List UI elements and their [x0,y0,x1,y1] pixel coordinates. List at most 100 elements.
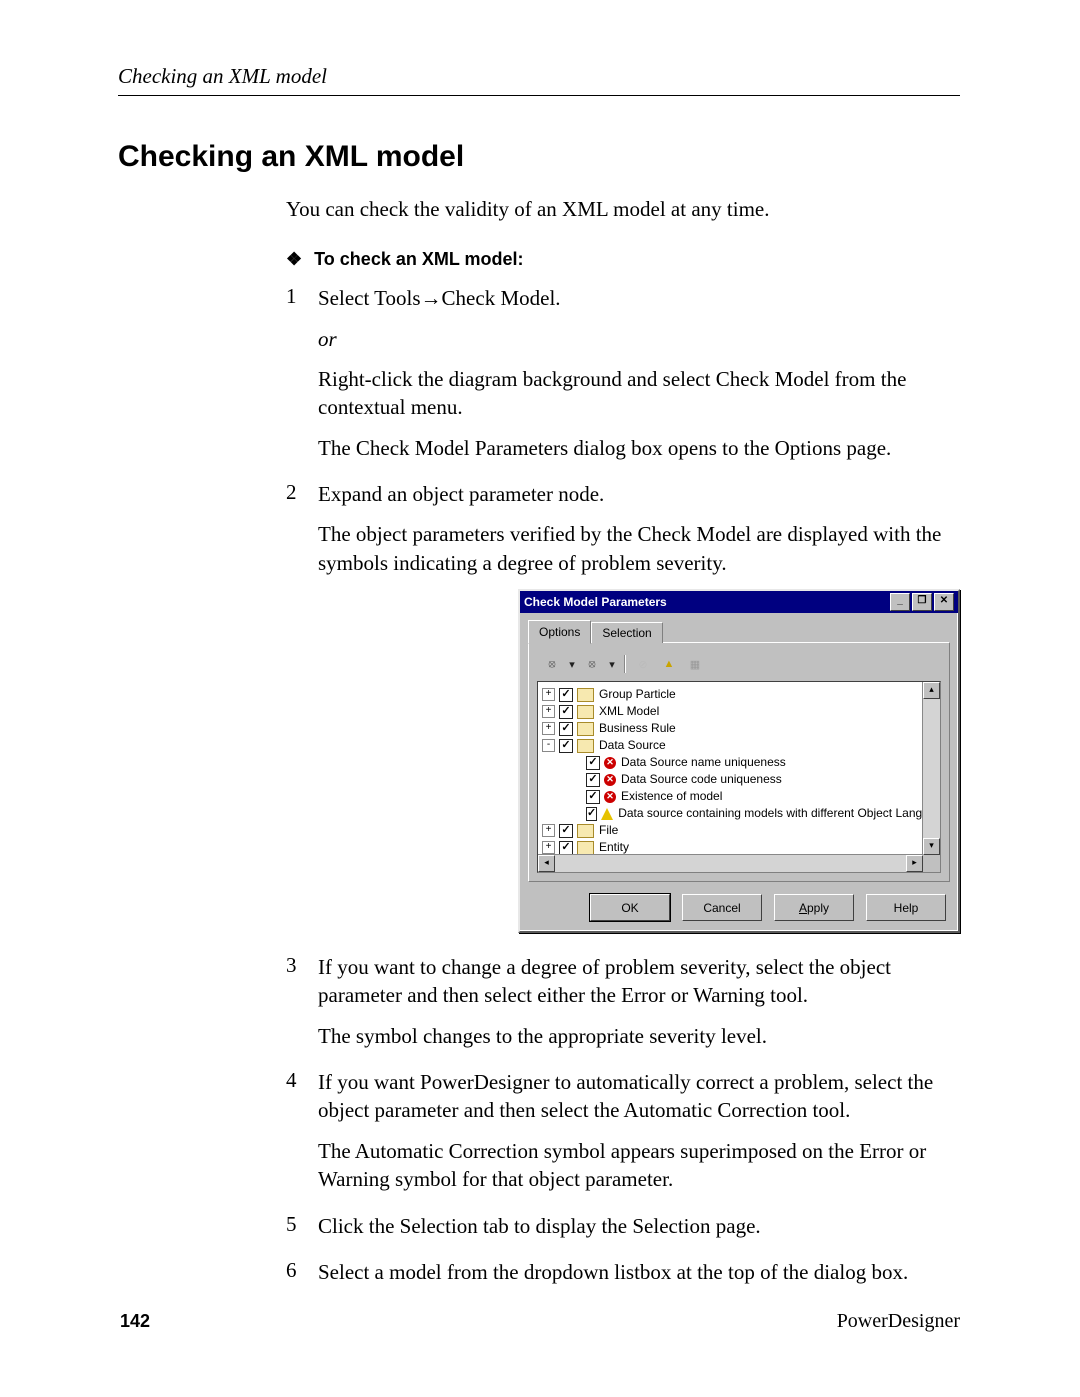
running-head: Checking an XML model [118,64,960,96]
tree-label: Existence of model [621,788,722,805]
tree-label: Data Source [599,737,666,754]
tree-node[interactable]: - Data Source [542,737,938,754]
scroll-left-icon[interactable]: ◂ [538,855,555,872]
dialog-title: Check Model Parameters [524,595,888,609]
auto-correct-tool[interactable]: ▲ [658,653,680,675]
check-model-dialog: Check Model Parameters _ ❐ ✕ Options Sel… [518,589,960,933]
task-heading-text: To check an XML model: [314,249,523,269]
severity-dropdown-icon[interactable]: ▾ [607,654,617,674]
step-text: Click the Selection tab to display the S… [318,1212,960,1240]
severity-dropdown-icon[interactable]: ▾ [567,654,577,674]
step-number: 6 [286,1258,318,1298]
tree-label: Business Rule [599,720,676,737]
step-4: 4 If you want PowerDesigner to automatic… [286,1068,960,1205]
checkbox[interactable] [586,790,600,804]
step-or: or [318,325,960,353]
task-bullet-icon: ❖ [286,249,302,269]
step-1: 1 Select Tools→Check Model. or Right-cli… [286,284,960,474]
ok-button[interactable]: OK [590,894,670,921]
folder-icon [577,739,594,753]
checkbox[interactable] [559,722,573,736]
options-tabpage: ⦻ ▾ ⦻ ▾ ⊘ ▲ ▦ [528,642,950,882]
scroll-down-icon[interactable]: ▾ [923,838,940,855]
scroll-up-icon[interactable]: ▴ [923,682,940,699]
checkbox[interactable] [559,739,573,753]
step-number: 4 [286,1068,318,1205]
close-button[interactable]: ✕ [934,593,954,611]
expand-icon[interactable]: + [542,722,555,735]
tree-node[interactable]: + File [542,822,938,839]
checkbox[interactable] [586,773,600,787]
dialog-titlebar[interactable]: Check Model Parameters _ ❐ ✕ [520,591,958,613]
step-number: 3 [286,953,318,1062]
vertical-scrollbar[interactable]: ▴ ▾ [922,682,940,855]
step-text: The Automatic Correction symbol appears … [318,1137,960,1194]
tree-node[interactable]: + XML Model [542,703,938,720]
step-text: The symbol changes to the appropriate se… [318,1022,960,1050]
dialog-tabs: Options Selection [528,619,950,643]
expand-icon[interactable]: + [542,841,555,854]
step-text: Right-click the diagram background and s… [318,365,960,422]
toolbar-separator [624,655,625,673]
checkbox[interactable] [559,824,573,838]
apply-button[interactable]: Apply [774,894,854,921]
step-number: 2 [286,480,318,947]
step-text: Expand an object parameter node. [318,480,960,508]
page-footer: 142 PowerDesigner [120,1310,960,1333]
scroll-right-icon[interactable]: ▸ [906,855,923,872]
step-2: 2 Expand an object parameter node. The o… [286,480,960,947]
tree-label: Data Source name uniqueness [621,754,786,771]
error-icon [604,774,616,786]
cancel-button[interactable]: Cancel [682,894,762,921]
help-button[interactable]: Help [866,894,946,921]
step-text: The Check Model Parameters dialog box op… [318,434,960,462]
folder-icon [577,722,594,736]
tree-node[interactable]: Data source containing models with diffe… [542,805,938,822]
expand-all-tool[interactable]: ▦ [684,653,706,675]
error-icon [604,757,616,769]
checkbox[interactable] [559,841,573,855]
warning-severity-tool[interactable]: ⦻ [581,653,603,675]
horizontal-scrollbar[interactable]: ◂ ▸ [538,854,923,872]
checkbox[interactable] [559,705,573,719]
tree-node[interactable]: + Group Particle [542,686,938,703]
dialog-button-row: OK Cancel Apply Help [528,894,950,921]
tab-selection[interactable]: Selection [591,622,662,643]
step-text: Select a model from the dropdown listbox… [318,1258,960,1286]
scroll-corner [923,855,940,872]
step-list: 1 Select Tools→Check Model. or Right-cli… [286,284,960,1298]
dialog-screenshot: Check Model Parameters _ ❐ ✕ Options Sel… [518,589,960,933]
tree-node[interactable]: + Business Rule [542,720,938,737]
warning-icon [601,808,613,820]
no-check-tool[interactable]: ⊘ [632,653,654,675]
step-text: If you want to change a degree of proble… [318,953,960,1010]
checkbox[interactable] [586,756,600,770]
checkbox[interactable] [559,688,573,702]
checkbox[interactable] [586,807,597,821]
dialog-toolbar: ⦻ ▾ ⦻ ▾ ⊘ ▲ ▦ [537,651,941,681]
expand-icon[interactable]: + [542,688,555,701]
collapse-icon[interactable]: - [542,739,555,752]
section-title: Checking an XML model [118,140,960,174]
step-6: 6 Select a model from the dropdown listb… [286,1258,960,1298]
expand-icon[interactable]: + [542,824,555,837]
product-name: PowerDesigner [837,1310,960,1333]
step-5: 5 Click the Selection tab to display the… [286,1212,960,1252]
maximize-button[interactable]: ❐ [912,593,932,611]
error-severity-tool[interactable]: ⦻ [541,653,563,675]
minimize-button[interactable]: _ [890,593,910,611]
parameter-tree[interactable]: + Group Particle + [538,682,940,873]
intro-paragraph: You can check the validity of an XML mod… [286,195,960,223]
expand-icon[interactable]: + [542,705,555,718]
tree-node[interactable]: Data Source name uniqueness [542,754,938,771]
task-heading: ❖ To check an XML model: [286,249,960,270]
error-icon [604,791,616,803]
step-text: The object parameters verified by the Ch… [318,520,960,577]
tree-label: File [599,822,618,839]
tree-node[interactable]: Data Source code uniqueness [542,771,938,788]
step-number: 1 [286,284,318,474]
folder-icon [577,824,594,838]
tab-options[interactable]: Options [528,620,591,644]
tree-node[interactable]: Existence of model [542,788,938,805]
folder-icon [577,705,594,719]
